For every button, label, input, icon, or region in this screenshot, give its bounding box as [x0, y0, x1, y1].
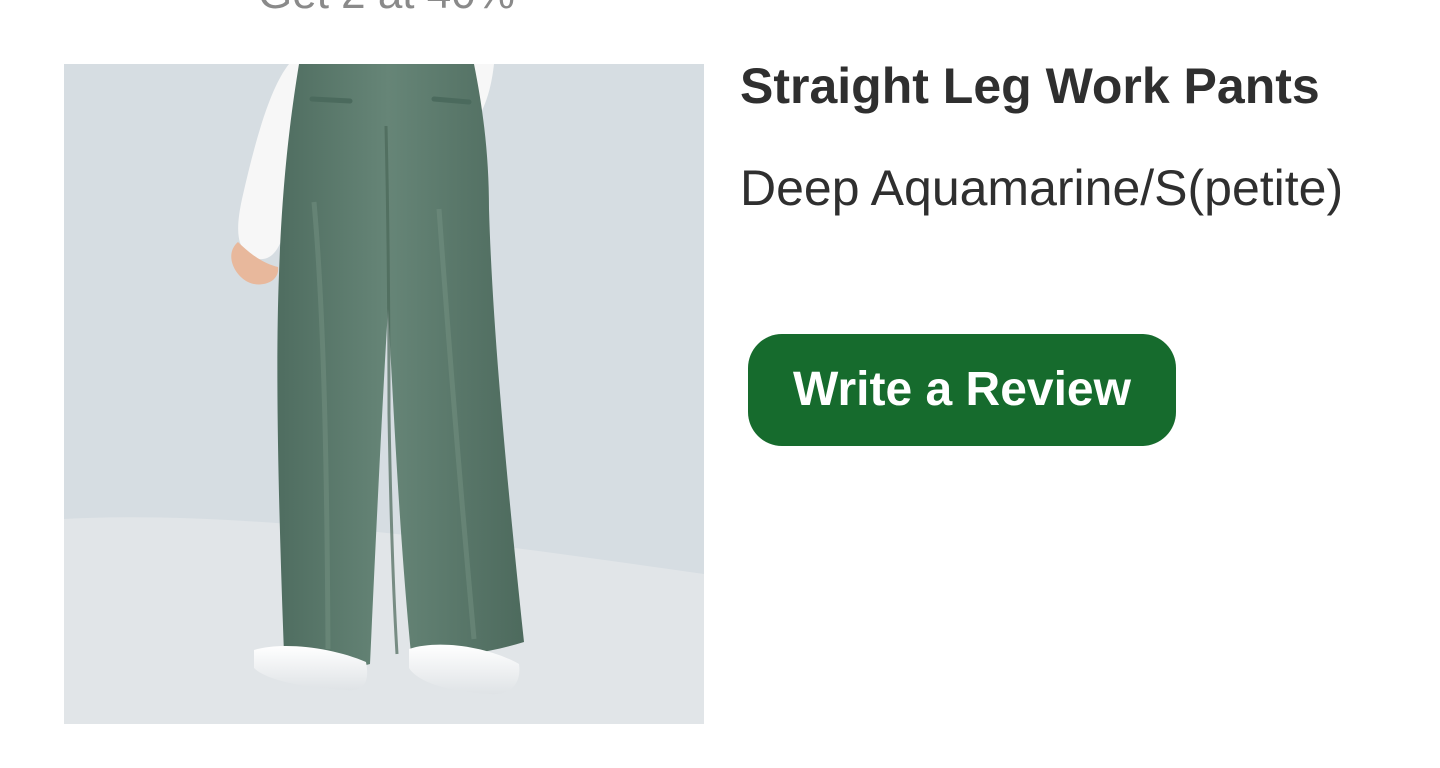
- write-review-button[interactable]: Write a Review: [748, 334, 1176, 446]
- pants-illustration: [64, 64, 704, 724]
- product-title: Straight Leg Work Pants: [740, 58, 1320, 114]
- product-variant: Deep Aquamarine/S(petite): [740, 160, 1344, 216]
- review-product-page: Get 2 at 40%: [0, 0, 1440, 768]
- left-back-pocket: [309, 96, 353, 104]
- product-image: [64, 64, 704, 724]
- cutoff-promo-text: Get 2 at 40%: [258, 0, 515, 16]
- right-back-pocket: [431, 96, 472, 105]
